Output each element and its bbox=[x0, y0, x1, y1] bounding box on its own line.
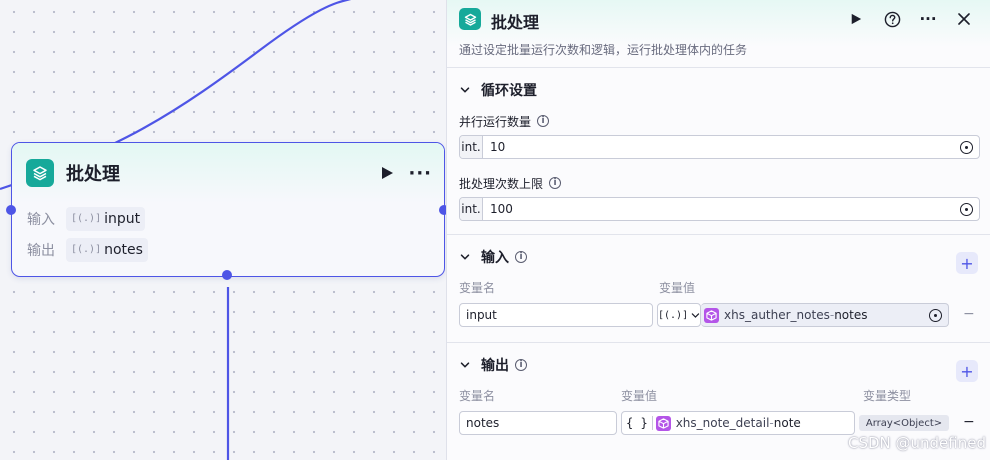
variable-reference-field[interactable]: xhs_auther_notes - notes bbox=[701, 303, 949, 327]
reference-field: note bbox=[773, 416, 801, 430]
chip-value: input bbox=[104, 210, 141, 227]
chevron-down-icon bbox=[691, 312, 700, 318]
watermark: CSDN @undefined bbox=[847, 434, 986, 452]
chevron-down-icon[interactable] bbox=[459, 84, 471, 96]
input-value[interactable]: 10 bbox=[483, 140, 960, 154]
column-header-value: 变量值 bbox=[659, 281, 696, 295]
layers-icon bbox=[26, 159, 54, 187]
reference-toggle-icon[interactable] bbox=[960, 140, 973, 154]
column-header-name: 变量名 bbox=[459, 389, 496, 403]
layers-icon bbox=[459, 8, 481, 30]
int-type-tag: int. bbox=[460, 198, 483, 220]
node-row-output: 输出 [(.)] notes bbox=[12, 234, 444, 265]
node-cube-icon bbox=[655, 415, 671, 431]
node-input-chip: [(.)] input bbox=[66, 206, 146, 231]
node-row-label: 输入 bbox=[27, 211, 55, 228]
section-header[interactable]: 输出 i bbox=[447, 343, 990, 387]
panel-description: 通过设定批量运行次数和逻辑，运行批处理体内的任务 bbox=[459, 43, 748, 57]
info-icon[interactable]: i bbox=[537, 115, 550, 127]
input-value[interactable]: 100 bbox=[483, 202, 960, 216]
close-icon[interactable] bbox=[952, 8, 976, 30]
properties-panel: 批处理 ··· 通过设定批量运行次数和逻辑，运行批处理体内的任务 循环设置 并行… bbox=[446, 0, 990, 460]
array-bracket-icon: [(.)] bbox=[71, 213, 102, 224]
node-output-chip: [(.)] notes bbox=[66, 237, 148, 262]
output-column-headers: 变量名 变量值 变量类型 bbox=[447, 387, 990, 405]
reference-node: xhs_note_detail bbox=[675, 416, 770, 430]
more-icon[interactable]: ··· bbox=[408, 163, 432, 184]
column-header-name: 变量名 bbox=[459, 281, 496, 295]
panel-actions: ··· bbox=[832, 8, 976, 30]
node-cube-icon bbox=[704, 307, 719, 323]
array-bracket-icon: [(.)] bbox=[658, 309, 689, 321]
variable-name-input[interactable]: input bbox=[459, 303, 653, 327]
remove-input-button[interactable]: − bbox=[963, 306, 975, 322]
max-batch-label: 批处理次数上限 i bbox=[447, 174, 990, 192]
panel-title: 批处理 bbox=[491, 13, 540, 32]
parallel-count-input[interactable]: int. 10 bbox=[459, 135, 980, 159]
reference-node: xhs_auther_notes bbox=[724, 308, 830, 322]
variable-type-tag: Array<Object> bbox=[859, 415, 949, 431]
max-batch-input[interactable]: int. 100 bbox=[459, 197, 980, 221]
value-type-select[interactable]: [(.)] bbox=[657, 303, 701, 327]
node-header: 批处理 ··· bbox=[12, 143, 444, 203]
info-icon[interactable]: i bbox=[549, 177, 562, 189]
info-icon[interactable]: i bbox=[515, 359, 527, 371]
field-label-text: 并行运行数量 bbox=[459, 114, 532, 129]
reference-toggle-icon[interactable] bbox=[929, 308, 942, 322]
add-input-button[interactable]: + bbox=[956, 252, 978, 274]
section-header[interactable]: 循环设置 bbox=[447, 68, 990, 112]
variable-reference-field[interactable]: { } xhs_note_detail - note bbox=[621, 411, 855, 435]
chip-value: notes bbox=[104, 241, 143, 258]
node-port-bottom[interactable] bbox=[222, 270, 232, 280]
variable-name-input[interactable]: notes bbox=[459, 411, 617, 435]
node-title: 批处理 bbox=[66, 164, 120, 185]
node-port-left[interactable] bbox=[6, 205, 16, 215]
column-header-value: 变量值 bbox=[621, 389, 658, 403]
chevron-down-icon[interactable] bbox=[459, 359, 471, 371]
loop-settings-section: 循环设置 并行运行数量 i int. 10 批处理次数上限 i int. 100 bbox=[447, 68, 990, 235]
help-icon[interactable] bbox=[880, 8, 904, 30]
object-bracket-icon: { } bbox=[625, 416, 653, 430]
section-title: 输入 bbox=[481, 250, 509, 266]
batch-node[interactable]: 批处理 ··· 输入 [(.)] input 输出 [(.)] notes bbox=[11, 142, 445, 277]
input-section: 输入 i + 变量名 变量值 input [(.)] xhs_auther_no… bbox=[447, 235, 990, 343]
info-icon[interactable]: i bbox=[515, 251, 527, 263]
section-title: 输出 bbox=[481, 358, 509, 374]
reference-toggle-icon[interactable] bbox=[960, 202, 973, 216]
array-bracket-icon: [(.)] bbox=[71, 244, 102, 255]
node-row-label: 输出 bbox=[27, 242, 55, 259]
remove-output-button[interactable]: − bbox=[963, 414, 975, 430]
workflow-canvas[interactable]: 批处理 ··· 输入 [(.)] input 输出 [(.)] notes bbox=[0, 0, 449, 460]
input-column-headers: 变量名 变量值 bbox=[447, 279, 990, 297]
section-header[interactable]: 输入 i bbox=[447, 235, 990, 279]
int-type-tag: int. bbox=[460, 136, 483, 158]
section-title: 循环设置 bbox=[481, 83, 537, 99]
input-variable-row: input [(.)] xhs_auther_notes - notes − bbox=[447, 303, 990, 333]
add-output-button[interactable]: + bbox=[956, 360, 978, 382]
parallel-count-label: 并行运行数量 i bbox=[447, 112, 990, 130]
column-header-type: 变量类型 bbox=[863, 389, 912, 403]
play-icon[interactable] bbox=[376, 162, 398, 184]
reference-field: notes bbox=[834, 308, 868, 322]
field-label-text: 批处理次数上限 bbox=[459, 176, 544, 191]
panel-header: 批处理 ··· 通过设定批量运行次数和逻辑，运行批处理体内的任务 bbox=[447, 0, 990, 68]
more-icon[interactable]: ··· bbox=[916, 8, 940, 30]
chevron-down-icon[interactable] bbox=[459, 251, 471, 263]
node-row-input: 输入 [(.)] input bbox=[12, 203, 444, 234]
play-icon[interactable] bbox=[844, 8, 868, 30]
